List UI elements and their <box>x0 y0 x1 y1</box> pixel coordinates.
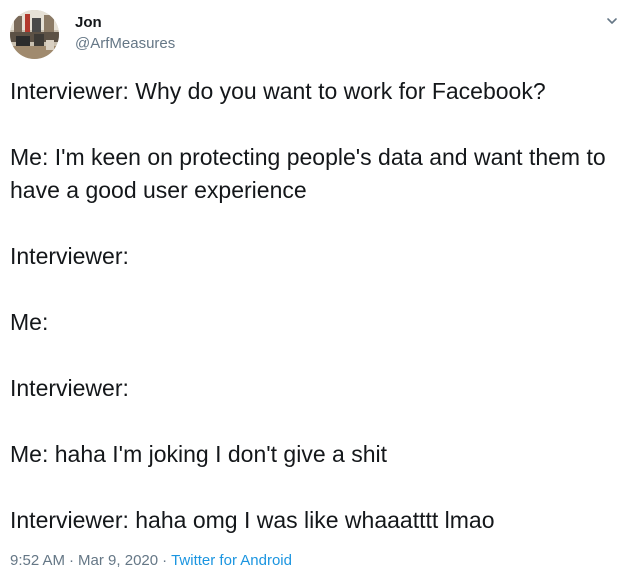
tweet-paragraph: Me: I'm keen on protecting people's data… <box>10 144 613 203</box>
tweet-paragraph: Interviewer: haha omg I was like whaaatt… <box>10 507 495 533</box>
tweet-paragraph: Interviewer: Why do you want to work for… <box>10 78 546 104</box>
author-handle[interactable]: @ArfMeasures <box>75 35 175 53</box>
chevron-down-icon[interactable] <box>605 14 619 28</box>
tweet-source-link[interactable]: Twitter for Android <box>171 552 292 569</box>
tweet-metadata: 9:52 AM · Mar 9, 2020 · Twitter for Android <box>10 552 292 570</box>
tweet-time[interactable]: 9:52 AM <box>10 552 65 569</box>
tweet-paragraph: Me: <box>10 309 49 335</box>
separator: · <box>162 552 168 569</box>
tweet-text: Interviewer: Why do you want to work for… <box>10 75 615 537</box>
avatar[interactable] <box>10 10 59 59</box>
tweet-date[interactable]: Mar 9, 2020 <box>78 552 158 569</box>
author-name[interactable]: Jon <box>75 14 175 32</box>
tweet: Jon @ArfMeasures Interviewer: Why do you… <box>0 0 625 575</box>
tweet-paragraph: Interviewer: <box>10 243 129 269</box>
tweet-paragraph: Me: haha I'm joking I don't give a shit <box>10 441 387 467</box>
author-block: Jon @ArfMeasures <box>75 14 175 53</box>
separator: · <box>69 552 75 569</box>
tweet-paragraph: Interviewer: <box>10 375 129 401</box>
